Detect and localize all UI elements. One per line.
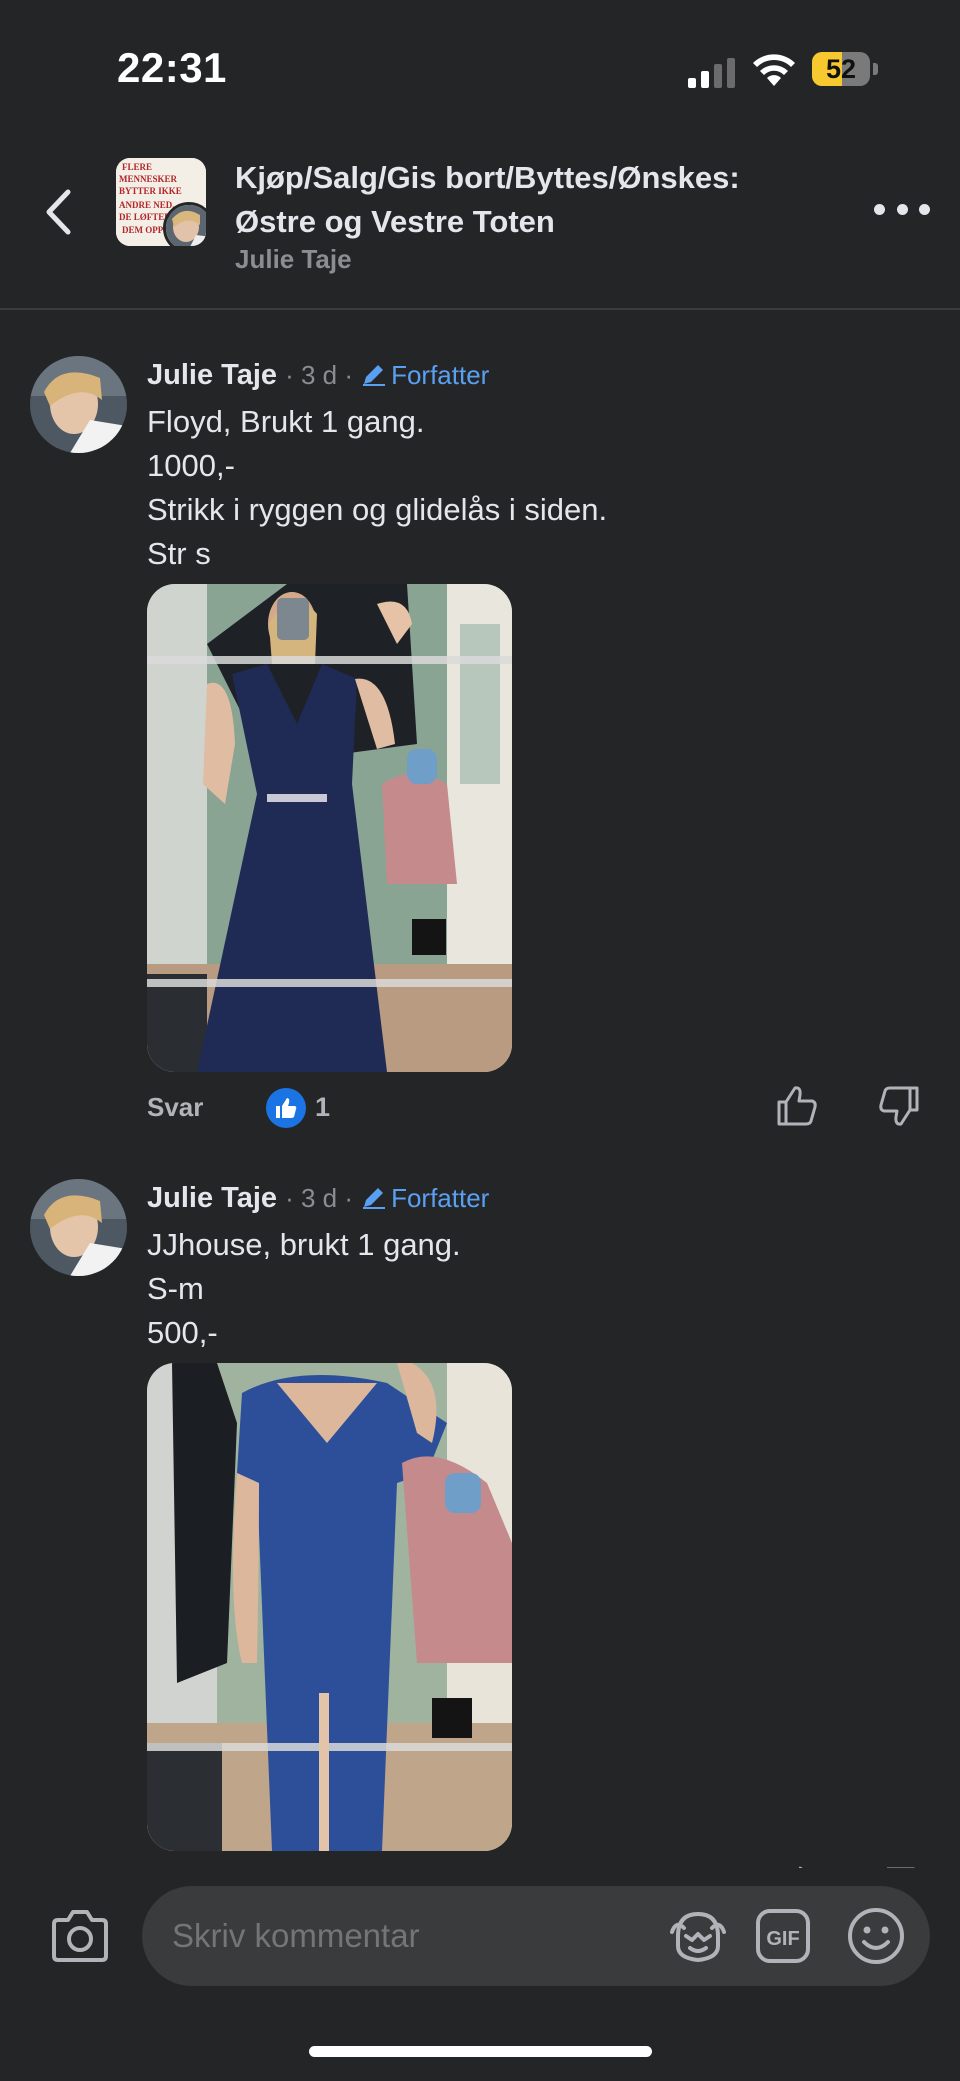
comment-line: S-m [147, 1271, 204, 1306]
comment-input[interactable] [172, 1886, 672, 1986]
pencil-icon [363, 1188, 386, 1209]
avatar-text-line: BYTTER IKKE [119, 186, 182, 196]
author-badge: Forfatter [361, 1183, 489, 1213]
avatar-sticker-icon[interactable] [668, 1906, 728, 1966]
thumbs-up-icon [276, 1098, 297, 1118]
avatar[interactable] [30, 356, 127, 453]
battery-level: 52 [825, 54, 857, 84]
wifi-icon [753, 54, 795, 86]
comment: Julie Taje · 3 d · Forfatter JJhouse, br… [0, 1179, 960, 1859]
author-badge-label: Forfatter [391, 360, 490, 390]
like-reaction-icon[interactable] [266, 1088, 306, 1128]
comment-author[interactable]: Julie Taje [147, 359, 277, 391]
gif-label: GIF [766, 1928, 799, 1950]
signal-icon [688, 58, 735, 88]
pencil-icon [363, 365, 386, 386]
back-button[interactable] [30, 180, 86, 244]
comment-line: 500,- [147, 1315, 218, 1350]
camera-icon[interactable] [50, 1908, 110, 1964]
comment-header: Julie Taje · 3 d · Forfatter [147, 1179, 489, 1217]
gif-icon: GIF [756, 1909, 810, 1963]
author-badge-label: Forfatter [391, 1183, 490, 1213]
comment-input-container[interactable]: GIF [142, 1886, 930, 1986]
comment-meta: · 3 d · [285, 1183, 354, 1213]
avatar[interactable] [30, 1179, 127, 1276]
home-indicator[interactable] [309, 2046, 652, 2057]
upvote-icon[interactable] [775, 1084, 819, 1128]
more-dot-icon [919, 203, 930, 215]
group-title-line: Kjøp/Salg/Gis bort/Byttes/Ønskes: [235, 160, 740, 195]
emoji-icon[interactable] [846, 1906, 906, 1966]
post-author[interactable]: Julie Taje [235, 244, 352, 275]
comments-page: 22:31 52 FLERE MENNESKER BYTTER IKKE AND… [0, 0, 960, 2081]
downvote-icon[interactable] [877, 1084, 921, 1128]
status-bar: 22:31 52 [0, 0, 960, 140]
comment-body: JJhouse, brukt 1 gang. S-m 500,- [147, 1223, 461, 1355]
comment-author[interactable]: Julie Taje [147, 1182, 277, 1214]
comment-line: 1000,- [147, 448, 235, 483]
avatar-text-line: DEM OPP! [122, 225, 166, 235]
reply-button[interactable]: Svar [147, 1092, 203, 1123]
avatar-text-line: ANDRE NED, [119, 200, 175, 210]
more-options-button[interactable] [874, 194, 930, 224]
comment-header: Julie Taje · 3 d · Forfatter [147, 356, 489, 394]
author-badge: Forfatter [361, 360, 489, 390]
comment: Julie Taje · 3 d · Forfatter Floyd, Bruk… [0, 356, 960, 1156]
group-avatar[interactable]: FLERE MENNESKER BYTTER IKKE ANDRE NED, D… [116, 158, 206, 246]
comment-meta: · 3 d · [285, 360, 354, 390]
group-title[interactable]: Kjøp/Salg/Gis bort/Byttes/Ønskes: Østre … [235, 156, 835, 244]
more-dot-icon [896, 203, 908, 215]
more-dot-icon [874, 203, 885, 215]
comment-line: Floyd, Brukt 1 gang. [147, 404, 425, 439]
chevron-left-icon [46, 189, 71, 235]
group-title-line: Østre og Vestre Toten [235, 204, 555, 239]
comment-photo[interactable] [147, 584, 512, 1072]
comment-actions: Svar 1 [147, 1084, 927, 1134]
comment-line: JJhouse, brukt 1 gang. [147, 1227, 461, 1262]
comment-line: Str s [147, 536, 211, 571]
comment-line: Strikk i ryggen og glidelås i siden. [147, 492, 608, 527]
status-time: 22:31 [117, 44, 227, 91]
comment-photo[interactable] [147, 1363, 512, 1851]
like-count: 1 [315, 1092, 331, 1122]
gif-button[interactable]: GIF [755, 1908, 811, 1964]
avatar-text-line: FLERE [122, 162, 152, 172]
group-header: FLERE MENNESKER BYTTER IKKE ANDRE NED, D… [0, 140, 960, 310]
avatar-text-line: MENNESKER [119, 174, 178, 184]
comment-body: Floyd, Brukt 1 gang. 1000,- Strikk i ryg… [147, 400, 607, 576]
battery-icon: 52 [812, 52, 878, 86]
